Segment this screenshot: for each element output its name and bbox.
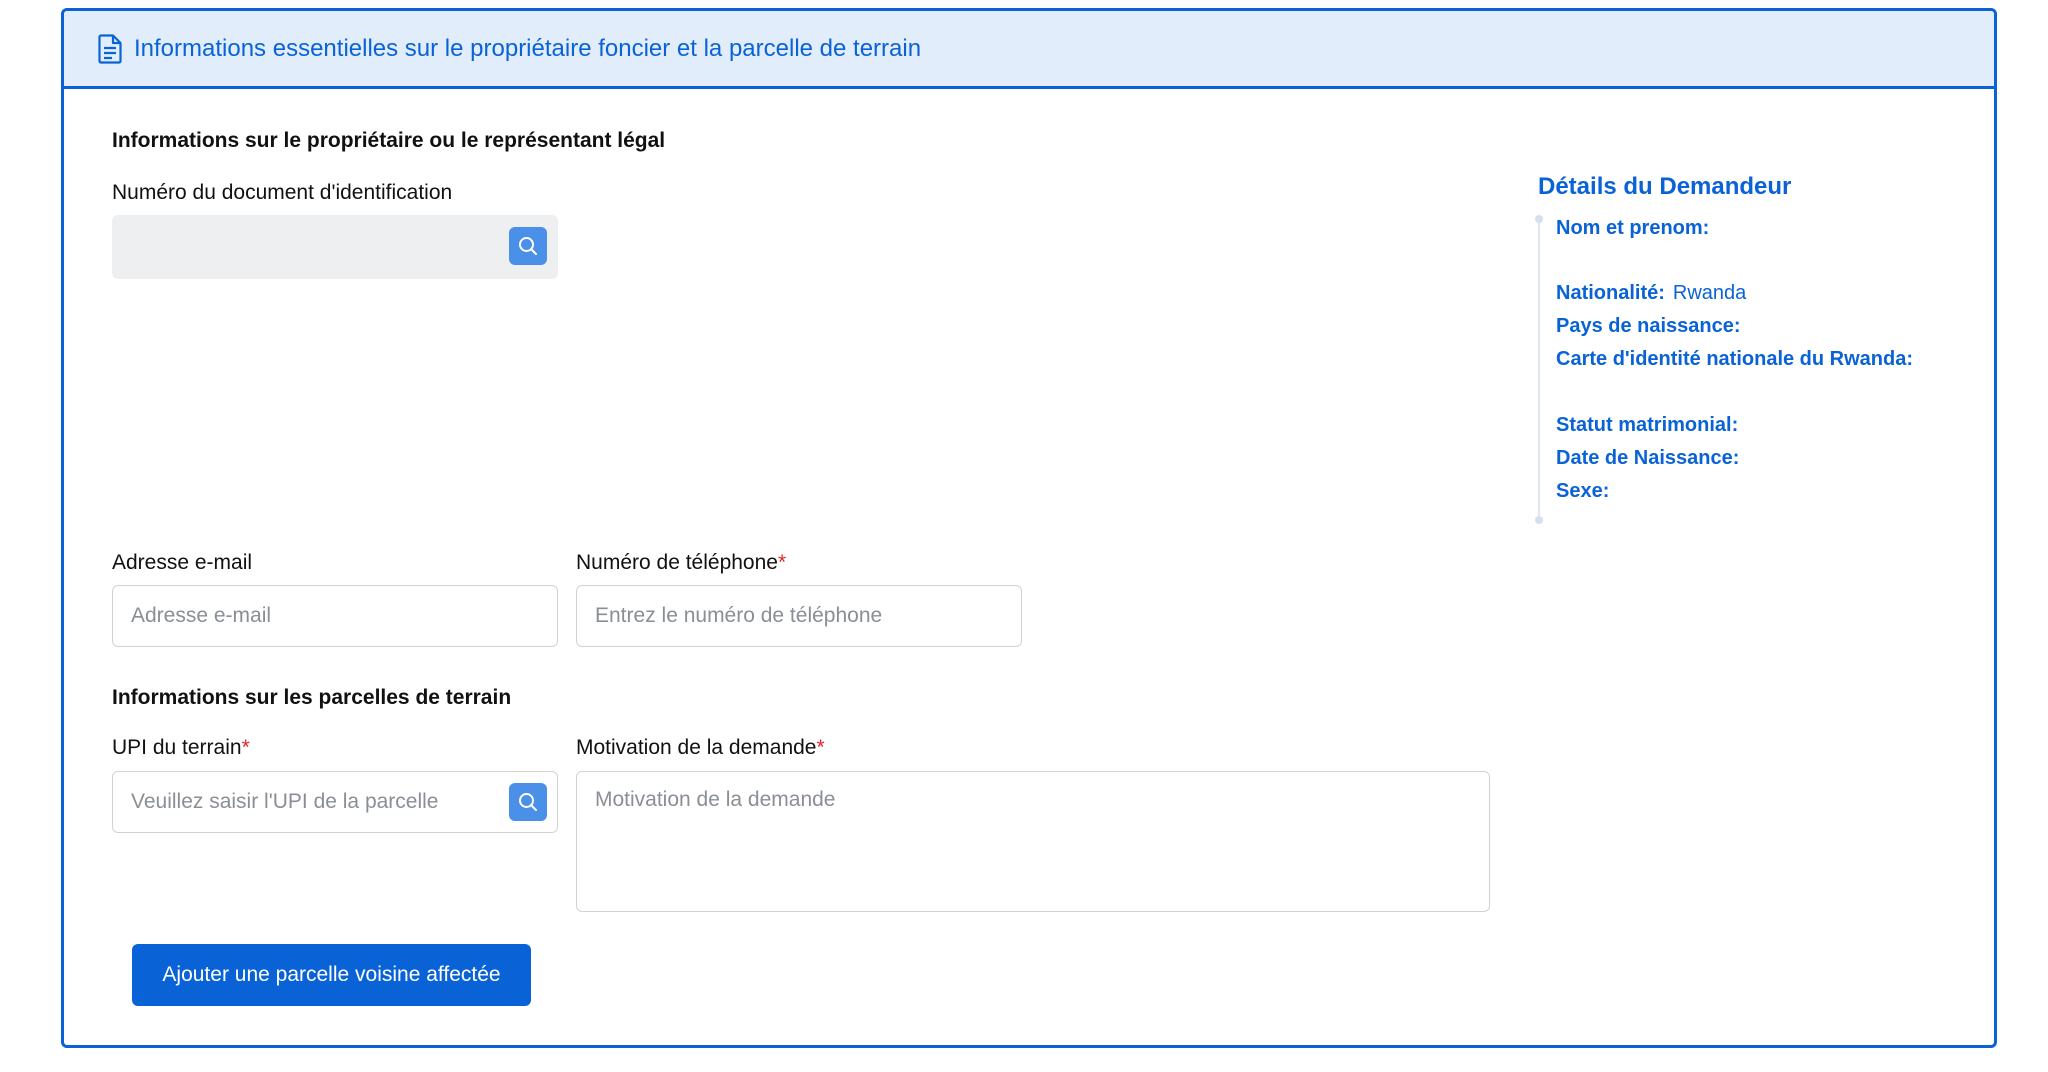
required-mark: *	[777, 551, 787, 574]
id-document-label: Numéro du document d'identification	[112, 181, 453, 204]
details-timeline	[1538, 219, 1540, 519]
phone-input[interactable]	[576, 585, 1022, 647]
required-mark: *	[241, 736, 250, 759]
detail-name: Nom et prenom:	[1556, 217, 1710, 239]
timeline-dot	[1535, 516, 1543, 524]
card-header: Informations essentielles sur le proprié…	[64, 11, 1994, 89]
phone-label: Numéro de téléphone*	[576, 551, 787, 574]
applicant-details-title: Détails du Demandeur	[1538, 173, 1792, 200]
add-neighbor-parcel-button[interactable]: Ajouter une parcelle voisine affectée	[132, 944, 531, 1006]
motivation-textarea[interactable]	[576, 771, 1490, 912]
card-title: Informations essentielles sur le proprié…	[134, 34, 922, 62]
owner-parcel-card: Informations essentielles sur le proprié…	[61, 8, 1997, 1048]
parcel-section-title: Informations sur les parcelles de terrai…	[112, 686, 512, 709]
id-search-button[interactable]	[509, 227, 547, 265]
email-label: Adresse e-mail	[112, 551, 253, 574]
detail-nationality: Nationalité: Rwanda	[1556, 282, 1747, 304]
timeline-dot	[1535, 215, 1543, 223]
detail-birth-country: Pays de naissance:	[1556, 315, 1741, 337]
detail-sex: Sexe:	[1556, 480, 1610, 502]
upi-label: UPI du terrain*	[112, 736, 250, 759]
required-mark: *	[816, 736, 825, 759]
owner-section-title: Informations sur le propriétaire ou le r…	[112, 129, 666, 152]
detail-birth-date: Date de Naissance:	[1556, 447, 1740, 469]
search-icon	[519, 793, 537, 811]
id-document-input[interactable]	[112, 215, 558, 279]
document-icon	[98, 33, 122, 64]
search-icon	[519, 237, 537, 255]
email-input[interactable]	[112, 585, 558, 647]
detail-marital-status: Statut matrimonial:	[1556, 414, 1739, 436]
detail-national-id: Carte d'identité nationale du Rwanda:	[1556, 348, 1914, 370]
motivation-label: Motivation de la demande*	[576, 736, 825, 759]
upi-search-button[interactable]	[509, 783, 547, 821]
upi-input[interactable]	[112, 771, 558, 833]
